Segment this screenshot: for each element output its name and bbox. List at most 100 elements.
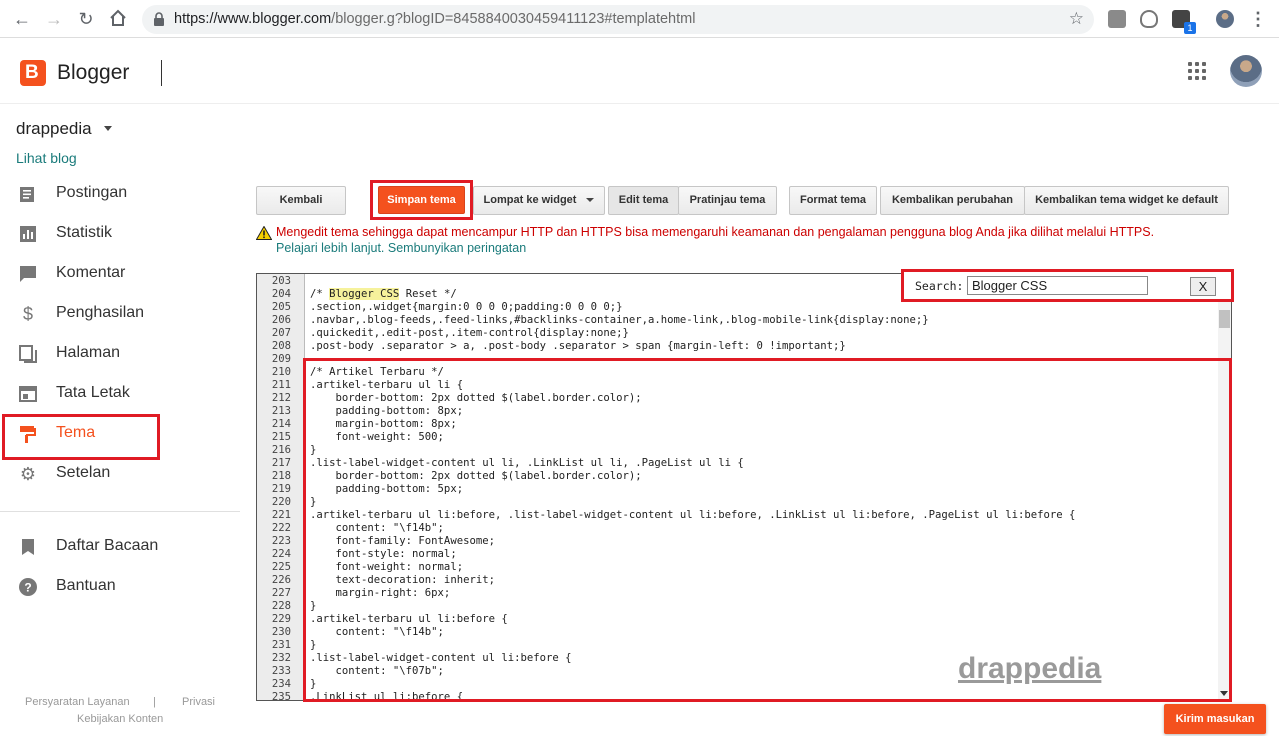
search-input[interactable] [967, 276, 1148, 295]
hide-warning-link[interactable]: Sembunyikan peringatan [388, 241, 526, 255]
bookmark-star-icon[interactable]: ☆ [1069, 9, 1084, 29]
line-number: 222 [271, 522, 291, 534]
home-icon[interactable] [108, 9, 128, 29]
line-number: 206 [271, 314, 291, 326]
sidebar-item-daftar-bacaan[interactable]: Daftar Bacaan [0, 527, 240, 567]
profile-avatar-icon[interactable] [1216, 10, 1234, 28]
theme-editor-panel: Kembali Simpan tema Lompat ke widget Edi… [240, 104, 1279, 736]
address-bar[interactable]: https://www.blogger.com/blogger.g?blogID… [142, 5, 1094, 34]
browser-toolbar: ← → ↻ https://www.blogger.com/blogger.g?… [0, 0, 1279, 38]
line-number: 234 [271, 678, 291, 690]
terms-link[interactable]: Persyaratan Layanan [25, 696, 130, 708]
sidebar-item-postingan[interactable]: Postingan [0, 174, 240, 214]
sidebar-divider [0, 511, 240, 512]
search-label: Search: [915, 279, 964, 293]
extension-shield-icon[interactable] [1140, 10, 1158, 28]
privacy-link[interactable]: Privasi [182, 696, 215, 708]
scroll-thumb[interactable] [1219, 310, 1230, 328]
line-number: 223 [271, 535, 291, 547]
sidebar-item-setelan[interactable]: ⚙ Setelan [0, 454, 240, 494]
url-host: https://www.blogger.com [174, 11, 332, 27]
extension-badge: 1 [1184, 22, 1196, 34]
dollar-icon: $ [22, 304, 33, 324]
sidebar-item-bantuan[interactable]: ? Bantuan [0, 567, 240, 607]
apps-grid-icon[interactable] [1188, 62, 1206, 80]
reset-widgets-button[interactable]: Kembalikan tema widget ke default [1024, 186, 1229, 215]
posts-icon [18, 184, 38, 204]
url-path: /blogger.g?blogID=8458840030459411123#te… [331, 11, 696, 27]
watermark: drappedia [958, 652, 1102, 685]
comment-icon [18, 264, 38, 284]
extension-bag-icon[interactable] [1108, 10, 1126, 28]
format-theme-button[interactable]: Format tema [789, 186, 877, 215]
code-line: .quickedit,.edit-post,.item-control{disp… [310, 327, 629, 339]
content-policy-link[interactable]: Kebijakan Konten [77, 713, 163, 725]
forward-arrow-icon[interactable]: → [44, 9, 64, 29]
line-number: 203 [271, 275, 291, 287]
gear-icon: ⚙ [19, 464, 37, 484]
line-number: 228 [271, 600, 291, 612]
chevron-down-icon[interactable] [104, 126, 112, 131]
extension-cube-icon[interactable]: 1 [1172, 10, 1196, 34]
back-button[interactable]: Kembali [256, 186, 346, 215]
code-line: .navbar,.blog-feeds,.feed-links,#backlin… [310, 314, 929, 326]
layout-icon [18, 384, 38, 404]
account-avatar[interactable] [1230, 55, 1262, 87]
view-blog-link[interactable]: Lihat blog [16, 150, 77, 166]
code-line: .section,.widget{margin:0 0 0 0;padding:… [310, 301, 623, 313]
line-number: 209 [271, 353, 291, 365]
sidebar-item-halaman[interactable]: Halaman [0, 334, 240, 374]
sidebar-item-penghasilan[interactable]: $ Penghasilan [0, 294, 240, 334]
line-number: 205 [271, 301, 291, 313]
line-number: 220 [271, 496, 291, 508]
chevron-down-icon [586, 198, 595, 203]
brand-name[interactable]: Blogger [57, 61, 129, 85]
line-number: 213 [271, 405, 291, 417]
line-number: 227 [271, 587, 291, 599]
line-number: 210 [271, 366, 291, 378]
line-number: 207 [271, 327, 291, 339]
sidebar-item-tata-letak[interactable]: Tata Letak [0, 374, 240, 414]
jump-to-widget-label: Lompat ke widget [483, 194, 577, 206]
sidebar-item-statistik[interactable]: Statistik [0, 214, 240, 254]
line-number: 212 [271, 392, 291, 404]
preview-theme-button[interactable]: Pratinjau tema [678, 186, 777, 215]
warning-links: Pelajari lebih lanjut. Sembunyikan perin… [276, 241, 526, 255]
line-number: 226 [271, 574, 291, 586]
tema-annotation-box [2, 414, 160, 460]
save-theme-button[interactable]: Simpan tema [378, 186, 465, 214]
edit-theme-button[interactable]: Edit tema [608, 186, 679, 215]
blogger-logo-icon[interactable]: B [20, 60, 46, 86]
reload-icon[interactable]: ↻ [76, 9, 96, 29]
search-close-button[interactable]: X [1190, 277, 1216, 296]
line-number: 215 [271, 431, 291, 443]
line-numbers: 203 204 205 206 207 208 209 210 211 212 213 214 215 2… [257, 275, 291, 701]
stats-icon [18, 224, 38, 244]
revert-changes-button[interactable]: Kembalikan perubahan [880, 186, 1025, 215]
line-number: 214 [271, 418, 291, 430]
line-number: 235 [271, 691, 291, 701]
footer-separator: | [153, 696, 156, 708]
save-annotation-box: Simpan tema [370, 180, 473, 220]
back-arrow-icon[interactable]: ← [12, 9, 32, 29]
line-number: 216 [271, 444, 291, 456]
line-number: 230 [271, 626, 291, 638]
blog-selector[interactable]: drappedia [16, 119, 92, 139]
search-match-highlight: Blogger CSS [329, 288, 400, 300]
browser-menu-icon[interactable]: ⋮ [1248, 9, 1268, 29]
sidebar-item-komentar[interactable]: Komentar [0, 254, 240, 294]
url-text: https://www.blogger.com/blogger.g?blogID… [174, 11, 695, 27]
svg-text:?: ? [24, 581, 31, 595]
line-number: 225 [271, 561, 291, 573]
bookmark-icon [18, 537, 38, 557]
code-annotation-box [303, 358, 1232, 702]
sidebar: drappedia Lihat blog Postingan Statistik… [0, 104, 240, 736]
warning-icon [256, 226, 272, 240]
line-number-gutter: 203 204 205 206 207 208 209 210 211 212 213 214 215 2… [257, 274, 305, 700]
line-number: 231 [271, 639, 291, 651]
learn-more-link[interactable]: Pelajari lebih lanjut. [276, 241, 384, 255]
code-line: .post-body .separator > a, .post-body .s… [310, 340, 846, 352]
line-number: 218 [271, 470, 291, 482]
jump-to-widget-dropdown[interactable]: Lompat ke widget [473, 186, 605, 215]
send-feedback-button[interactable]: Kirim masukan [1164, 704, 1266, 734]
